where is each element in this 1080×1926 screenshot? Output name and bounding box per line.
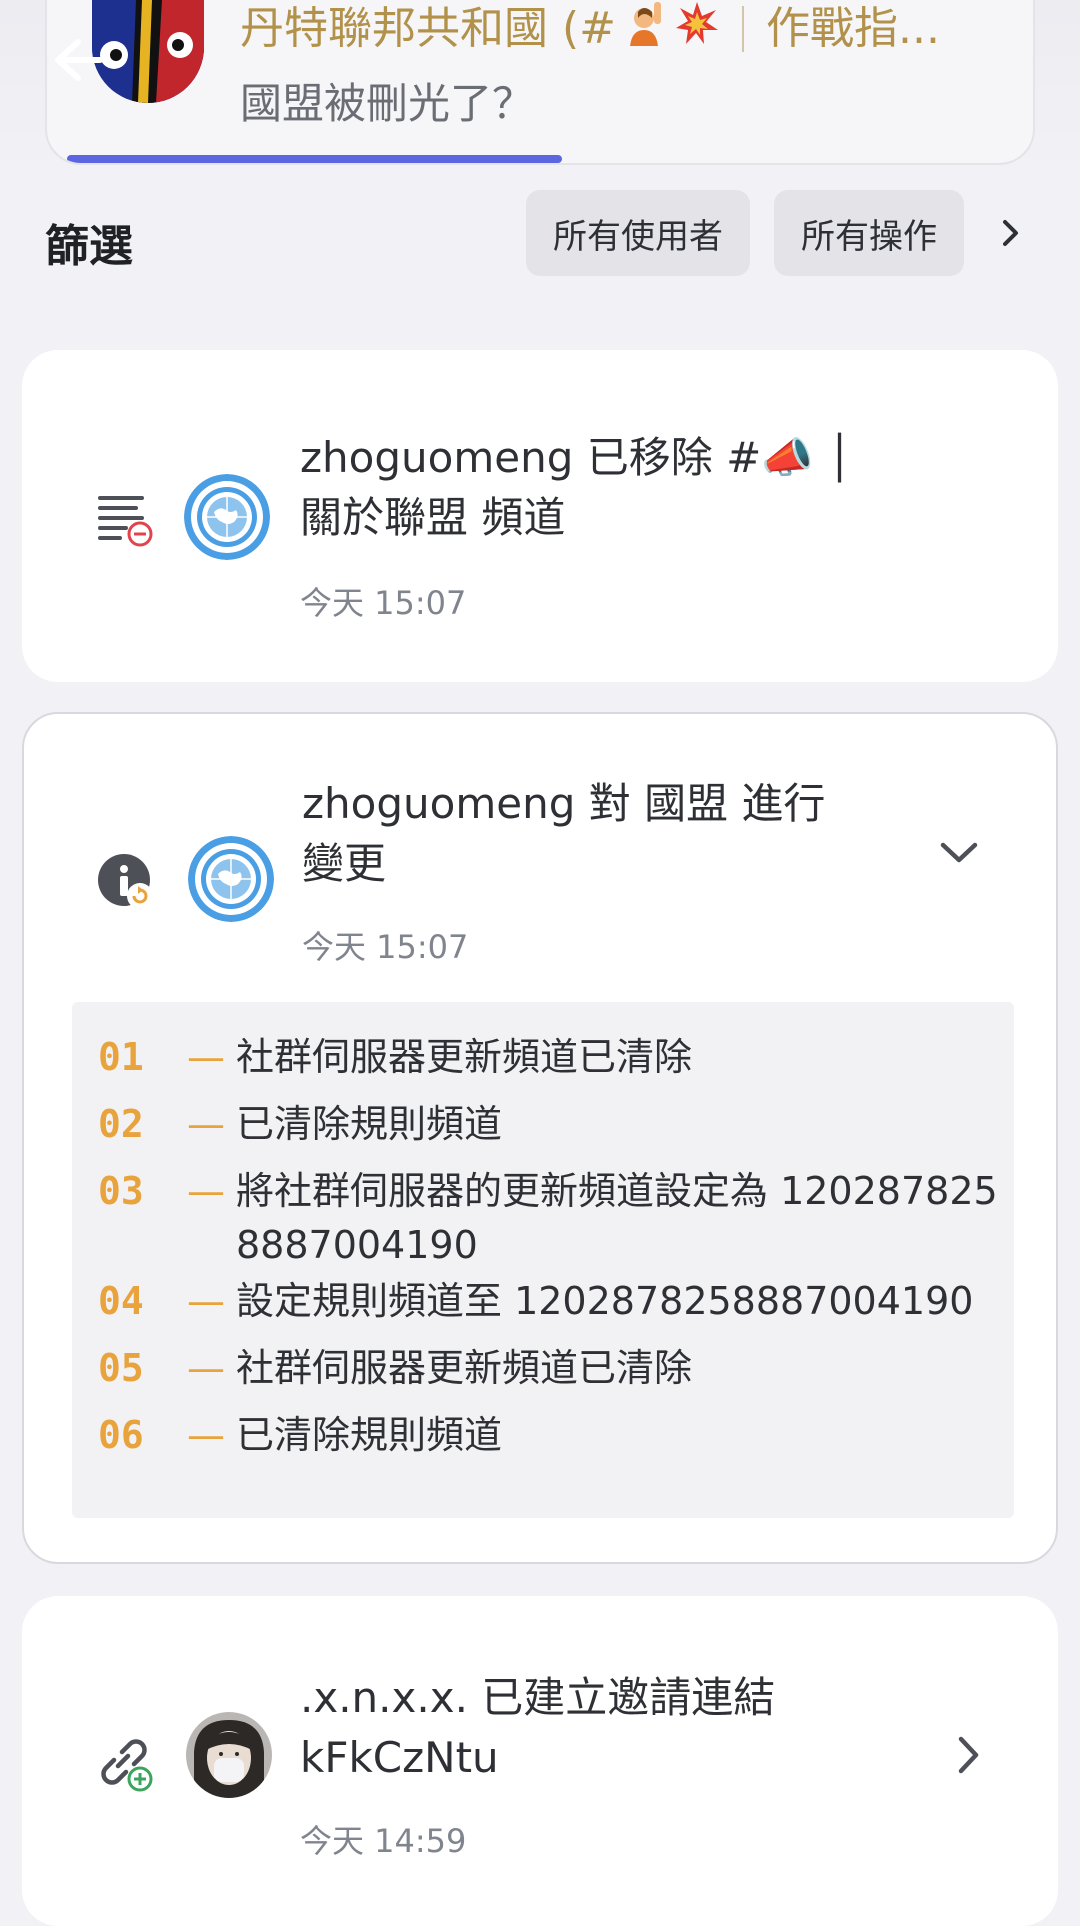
filter-actions-chip[interactable]: 所有操作 <box>774 190 964 276</box>
collapse-button[interactable] <box>934 828 984 878</box>
loading-progress-bar <box>67 155 562 163</box>
audit-log-entry[interactable]: zhoguomeng 已移除 #📣 │ 關於聯盟 頻道 今天 15:07 <box>22 350 1058 682</box>
change-dash: — <box>187 1169 225 1213</box>
change-item: 01 — 社群伺服器更新頻道已清除 <box>72 1028 1014 1095</box>
invite-link-add-icon <box>94 1732 154 1792</box>
un-globe-avatar[interactable] <box>188 836 274 922</box>
server-name: 丹特聯邦共和國 (# <box>240 3 617 54</box>
audit-log-entry[interactable]: .x.n.x.x. 已建立邀請連結 kFkCzNtu 今天 14:59 <box>22 1596 1058 1926</box>
entry-line-2: 變更 <box>302 839 387 888</box>
entry-timestamp: 今天 14:59 <box>300 1822 467 1860</box>
filter-more-button[interactable] <box>996 210 1026 256</box>
arrow-left-icon <box>55 39 103 81</box>
open-details-button[interactable] <box>944 1730 994 1780</box>
change-dash: — <box>187 1346 225 1390</box>
entry-line-2: kFkCzNtu <box>300 1733 499 1782</box>
entry-line-2: 關於聯盟 頻道 <box>300 493 566 542</box>
change-dash: — <box>187 1102 225 1146</box>
chevron-right-icon <box>958 1736 979 1774</box>
change-dash: — <box>187 1279 225 1323</box>
entry-line-1: .x.n.x.x. 已建立邀請連結 <box>300 1673 776 1722</box>
entry-timestamp: 今天 15:07 <box>302 928 469 966</box>
change-item: 04 — 設定規則頻道至 1202878258887004190 <box>72 1272 1014 1339</box>
change-number: 01 <box>98 1035 144 1079</box>
back-button[interactable] <box>48 30 108 90</box>
change-text: 設定規則頻道至 1202878258887004190 <box>236 1279 974 1323</box>
chevron-down-icon <box>940 842 978 863</box>
audit-log-entry-expanded[interactable]: zhoguomeng 對 國盟 進行 變更 今天 15:07 01 — 社群伺服… <box>22 712 1058 1564</box>
un-globe-avatar[interactable] <box>184 474 270 560</box>
filter-users-chip[interactable]: 所有使用者 <box>526 190 750 276</box>
change-text: 將社群伺服器的更新頻道設定為 1202878258887004190 <box>236 1169 998 1267</box>
filter-label: 篩選 <box>45 221 133 272</box>
channel-delete-icon <box>94 488 154 548</box>
title-divider <box>742 6 745 52</box>
filter-bar: 篩選 所有使用者 所有操作 <box>0 190 1080 280</box>
change-number: 04 <box>98 1279 144 1323</box>
change-item: 02 — 已清除規則頻道 <box>72 1095 1014 1162</box>
change-text: 已清除規則頻道 <box>236 1413 503 1457</box>
change-item: 06 — 已清除規則頻道 <box>72 1406 1014 1473</box>
server-update-icon <box>96 852 156 912</box>
change-dash: — <box>187 1035 225 1079</box>
change-dash: — <box>187 1413 225 1457</box>
change-item: 03 — 將社群伺服器的更新頻道設定為 1202878258887004190 <box>72 1162 1014 1272</box>
change-number: 03 <box>98 1169 144 1213</box>
change-number: 02 <box>98 1102 144 1146</box>
change-text: 社群伺服器更新頻道已清除 <box>236 1035 693 1079</box>
server-title: 丹特聯邦共和國 (# 作戰指... <box>240 0 1000 58</box>
change-number: 06 <box>98 1413 144 1457</box>
entry-description: zhoguomeng 對 國盟 進行 變更 <box>302 774 902 894</box>
masked-user-avatar[interactable] <box>186 1712 272 1798</box>
change-text: 已清除規則頻道 <box>236 1102 503 1146</box>
change-item: 05 — 社群伺服器更新頻道已清除 <box>72 1339 1014 1406</box>
header: 丹特聯邦共和國 (# 作戰指... 國盟被刪光了？ <box>0 0 1080 180</box>
collision-icon <box>674 0 720 58</box>
server-name-tail: 作戰指... <box>766 3 940 54</box>
change-text: 社群伺服器更新頻道已清除 <box>236 1346 693 1390</box>
entry-line-1: zhoguomeng 對 國盟 進行 <box>302 779 826 828</box>
person-raising-hand-icon <box>624 0 670 58</box>
change-number: 05 <box>98 1346 144 1390</box>
entry-description: zhoguomeng 已移除 #📣 │ 關於聯盟 頻道 <box>300 428 980 548</box>
entry-description: .x.n.x.x. 已建立邀請連結 kFkCzNtu <box>300 1668 940 1788</box>
channel-topic: 國盟被刪光了？ <box>240 79 535 128</box>
chevron-right-icon <box>1003 220 1018 246</box>
change-list: 01 — 社群伺服器更新頻道已清除 02 — 已清除規則頻道 03 — 將社群伺… <box>72 1002 1014 1518</box>
entry-line-1: zhoguomeng 已移除 #📣 │ <box>300 433 853 482</box>
entry-timestamp: 今天 15:07 <box>300 584 467 622</box>
